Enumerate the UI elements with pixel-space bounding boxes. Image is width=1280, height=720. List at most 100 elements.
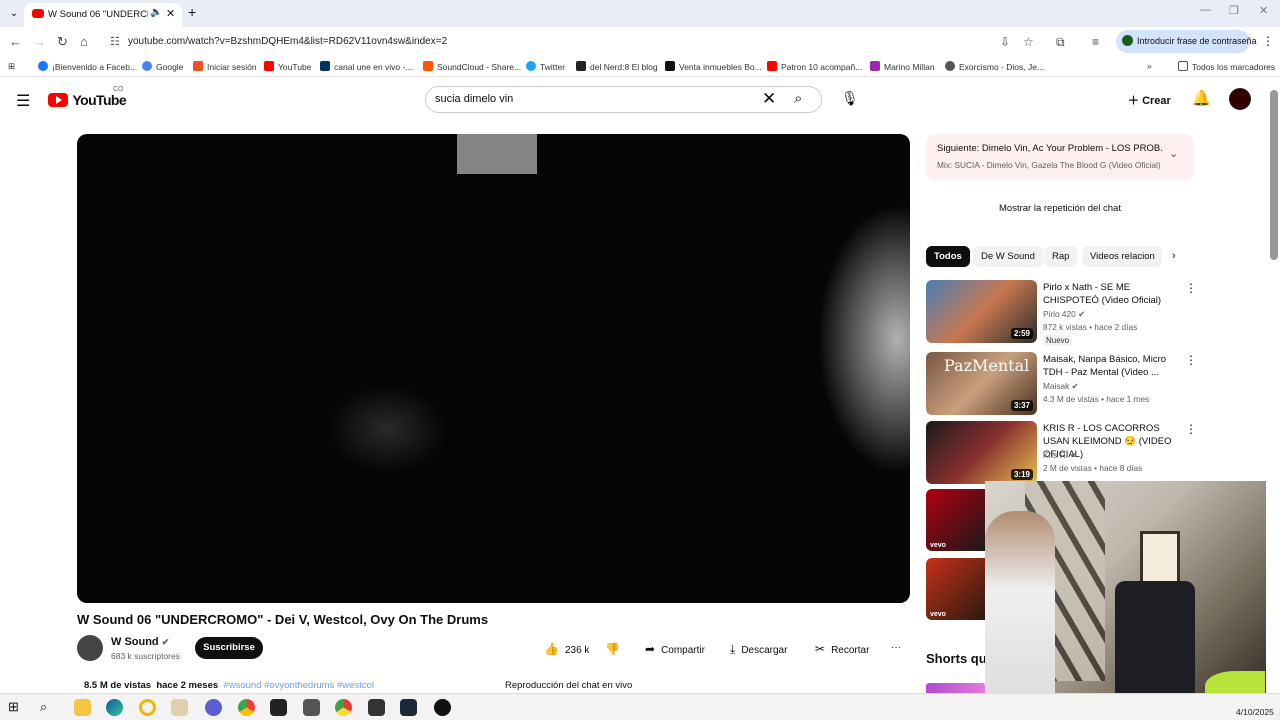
bookmark-login[interactable]: Iniciar sesión bbox=[193, 61, 257, 72]
more-options-icon[interactable]: ⋮ bbox=[1185, 353, 1197, 367]
chip-rap[interactable]: Rap bbox=[1044, 246, 1078, 267]
app-icon[interactable] bbox=[335, 699, 352, 716]
bookmark-nerd[interactable]: del Nerd:8 El blog bbox=[576, 61, 658, 72]
create-button[interactable]: ＋ Crear bbox=[1128, 92, 1171, 108]
app-icon[interactable] bbox=[368, 699, 385, 716]
bookmark-exorcismo[interactable]: Exorcismo - Dios, Je... bbox=[945, 61, 1044, 72]
app-icon[interactable] bbox=[270, 699, 287, 716]
chevron-down-icon[interactable]: ⌄ bbox=[1169, 147, 1178, 160]
shorts-thumbnail[interactable] bbox=[926, 683, 985, 693]
bookmark-facebook[interactable]: ¡Bienvenido a Faceb... bbox=[38, 61, 137, 72]
avatar[interactable] bbox=[1229, 88, 1251, 110]
minimize-icon[interactable]: — bbox=[1200, 4, 1211, 16]
bookmark-inmuebles[interactable]: Venta inmuebles Bo... bbox=[665, 61, 762, 72]
youtube-play-icon bbox=[48, 93, 68, 107]
video-thumbnail[interactable]: PazMental 3:37 bbox=[926, 352, 1037, 415]
extensions-icon[interactable]: ⧉ bbox=[1056, 35, 1065, 50]
related-video-channel[interactable]: Maisak ✔ bbox=[1043, 381, 1079, 391]
speaker-icon[interactable]: 🔈 bbox=[150, 7, 162, 18]
more-actions-icon[interactable]: ··· bbox=[891, 642, 901, 653]
windows-start-icon[interactable]: ⊞ bbox=[8, 699, 25, 716]
related-video-title[interactable]: Pirlo x Nath - SE ME CHISPOTEÓ (Video Of… bbox=[1043, 281, 1179, 307]
chip-related[interactable]: Videos relacion bbox=[1082, 246, 1162, 267]
bookmark-patron[interactable]: Patron 10 acompañ... bbox=[767, 61, 862, 72]
share-button[interactable]: ➦ Compartir bbox=[645, 642, 705, 656]
reload-icon[interactable]: ↻ bbox=[57, 34, 68, 50]
maximize-icon[interactable]: ❐ bbox=[1229, 4, 1239, 17]
youtube-logo[interactable]: YouTube CO bbox=[48, 86, 127, 110]
password-button[interactable]: Introducir frase de contraseña bbox=[1116, 30, 1257, 53]
site-info-icon[interactable]: ☷ bbox=[110, 35, 120, 48]
home-icon[interactable]: ⌂ bbox=[80, 34, 88, 49]
browser-menu-icon[interactable]: ⋮ bbox=[1262, 34, 1274, 48]
close-tab-icon[interactable]: ✕ bbox=[166, 7, 175, 20]
install-icon[interactable]: ⇩ bbox=[1000, 35, 1010, 49]
steam-icon[interactable] bbox=[400, 699, 417, 716]
microphone-icon[interactable]: 🎙 bbox=[841, 90, 859, 107]
related-video[interactable]: PazMental 3:37 Maisak, Nanpa Básico, Mic… bbox=[926, 352, 1197, 416]
more-options-icon[interactable]: ⋮ bbox=[1185, 422, 1197, 436]
app-icon[interactable] bbox=[171, 699, 188, 716]
playlist-next-panel[interactable]: Siguiente: Dimelo Vin, Ac Your Problem -… bbox=[926, 134, 1194, 179]
app-icon[interactable] bbox=[303, 699, 320, 716]
hashtags[interactable]: #wsound #ovyonthedrums #westcol bbox=[223, 680, 374, 691]
menu-icon[interactable]: ☰ bbox=[16, 91, 30, 111]
chevron-right-icon[interactable]: › bbox=[1172, 250, 1176, 262]
app-icon[interactable] bbox=[205, 699, 222, 716]
subscribe-button[interactable]: Suscribirse bbox=[195, 637, 263, 659]
channel-name[interactable]: W Sound ✔ bbox=[111, 636, 169, 648]
video-thumbnail[interactable]: 2:59 bbox=[926, 280, 1037, 343]
page-scrollbar[interactable] bbox=[1270, 90, 1278, 260]
search-box[interactable]: sucia dimelo vin ✕ ⌕ bbox=[425, 86, 822, 113]
close-window-icon[interactable]: ✕ bbox=[1259, 4, 1268, 17]
related-video[interactable]: 3:19 KRIS R - LOS CACORROS USAN KLEIMOND… bbox=[926, 421, 1197, 485]
url-field[interactable]: youtube.com/watch?v=BzshmDQHEm4&list=RD6… bbox=[128, 36, 447, 47]
bookmark-twitter[interactable]: Twitter bbox=[526, 61, 565, 72]
related-video[interactable]: 2:59 Pirlo x Nath - SE ME CHISPOTEÓ (Vid… bbox=[926, 280, 1197, 346]
search-input[interactable]: sucia dimelo vin bbox=[435, 93, 513, 105]
bookmark-label: Marino Millan bbox=[884, 62, 935, 72]
video-thumbnail[interactable]: vevo bbox=[926, 558, 985, 620]
app-icon[interactable] bbox=[139, 699, 156, 716]
related-video-channel[interactable]: Kris R. ✔ bbox=[1043, 450, 1077, 460]
media-control-icon[interactable]: ≡ bbox=[1092, 35, 1099, 49]
channel-avatar[interactable] bbox=[77, 635, 103, 661]
chip-w-sound[interactable]: De W Sound bbox=[973, 246, 1043, 267]
search-icon[interactable]: ⌕ bbox=[794, 90, 802, 107]
download-button[interactable]: ⤓ Descargar bbox=[730, 642, 787, 657]
clear-search-icon[interactable]: ✕ bbox=[762, 89, 776, 109]
related-video-title[interactable]: Maisak, Nanpa Básico, Micro TDH - Paz Me… bbox=[1043, 353, 1179, 379]
bookmark-star-icon[interactable]: ☆ bbox=[1023, 35, 1034, 49]
bookmark-youtube[interactable]: YouTube bbox=[264, 61, 311, 72]
video-meta[interactable]: 8.5 M de vistas hace 2 meses #wsound #ov… bbox=[84, 680, 374, 691]
chrome-icon[interactable] bbox=[238, 699, 255, 716]
bookmark-soundcloud[interactable]: SoundCloud - Share... bbox=[423, 61, 521, 72]
app-icon[interactable] bbox=[434, 699, 451, 716]
bookmark-une[interactable]: canal une en vivo -... bbox=[320, 61, 412, 72]
edge-icon[interactable] bbox=[106, 699, 123, 716]
all-bookmarks[interactable]: Todos los marcadores bbox=[1178, 61, 1275, 72]
related-video-channel[interactable]: Pirlo 420 ✔ bbox=[1043, 309, 1085, 319]
bookmark-google[interactable]: Google bbox=[142, 61, 183, 72]
back-icon[interactable]: ← bbox=[9, 34, 22, 49]
share-label: Compartir bbox=[661, 645, 705, 656]
chip-todos[interactable]: Todos bbox=[926, 246, 970, 267]
browser-tab[interactable]: W Sound 06 "UNDERCROMO" 🔈 ✕ bbox=[24, 3, 182, 27]
tab-search-icon[interactable]: ⌄ bbox=[6, 6, 22, 22]
search-icon[interactable]: ⌕ bbox=[40, 699, 57, 716]
dislike-button[interactable]: 👎 bbox=[605, 642, 626, 656]
more-options-icon[interactable]: ⋮ bbox=[1185, 281, 1197, 295]
apps-icon[interactable]: ⊞ bbox=[8, 61, 15, 72]
like-button[interactable]: 👍 236 k bbox=[544, 642, 589, 656]
more-bookmarks-icon[interactable]: » bbox=[1147, 61, 1152, 71]
bookmark-marino[interactable]: Marino Millan bbox=[870, 61, 935, 72]
video-thumbnail[interactable]: vevo bbox=[926, 489, 985, 551]
clip-button[interactable]: ✂ Recortar bbox=[815, 642, 869, 656]
show-chat-replay-button[interactable]: Mostrar la repetición del chat bbox=[926, 195, 1194, 223]
file-explorer-icon[interactable] bbox=[74, 699, 91, 716]
notifications-icon[interactable]: 🔔 bbox=[1192, 89, 1211, 107]
new-tab-button[interactable]: + bbox=[188, 4, 196, 20]
video-thumbnail[interactable]: 3:19 bbox=[926, 421, 1037, 484]
forward-icon[interactable]: → bbox=[33, 34, 46, 49]
video-player[interactable] bbox=[77, 134, 910, 603]
